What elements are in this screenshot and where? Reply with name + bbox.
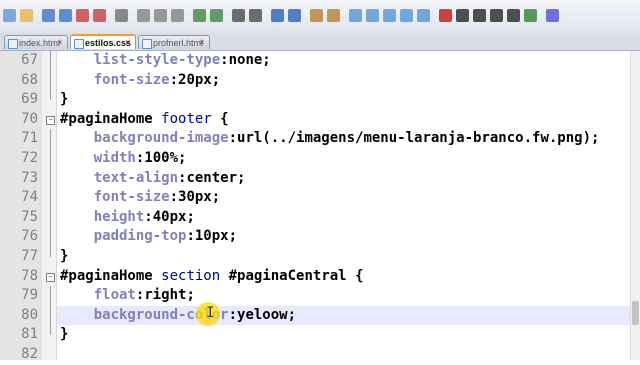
code-line[interactable]: 67 list-style-type:none; [0, 51, 640, 71]
tab-label: profnerl.html [153, 38, 204, 48]
line-number: 80 [21, 306, 38, 323]
line-number: 82 [21, 346, 38, 362]
fold-toggle-icon[interactable]: − [46, 115, 55, 125]
tab-close-icon[interactable]: × [124, 39, 132, 47]
line-number: 68 [21, 71, 38, 88]
code-line[interactable]: 68 font-size:20px; [0, 71, 640, 91]
code-text[interactable]: list-style-type:none; [60, 51, 271, 71]
code-line[interactable]: 69} [0, 90, 640, 110]
open-file-icon[interactable] [20, 9, 33, 22]
code-line[interactable]: 78 #paginaHome section #paginaCentral { [0, 267, 640, 287]
line-number: 81 [21, 326, 38, 343]
code-text[interactable]: } [60, 90, 68, 110]
code-line[interactable]: 73 text-align:center; [0, 169, 640, 189]
tab-index-html[interactable]: index.html × [4, 35, 68, 49]
code-line[interactable]: 79 float:right; [0, 286, 640, 306]
line-number: 67 [21, 52, 38, 68]
toolbar [0, 0, 640, 34]
zoom-in-icon[interactable] [271, 9, 284, 22]
sync-h-icon[interactable] [327, 9, 340, 22]
code-text[interactable]: background-color:yeloow; [60, 306, 296, 326]
sync-v-icon[interactable] [310, 9, 323, 22]
tab-bar: index.html × estilos.css × profnerl.html × [0, 33, 640, 51]
fold-toggle-icon[interactable]: − [46, 272, 55, 282]
find-icon[interactable] [232, 9, 245, 22]
play-macro-icon[interactable] [473, 9, 486, 22]
stop-macro-icon[interactable] [456, 9, 469, 22]
tab-close-icon[interactable]: × [56, 39, 64, 47]
zoom-out-icon[interactable] [288, 9, 301, 22]
code-line[interactable]: 75 height:40px; [0, 208, 640, 228]
code-line[interactable]: 71 background-image:url(../imagens/menu-… [0, 129, 640, 149]
show-all-icon[interactable] [366, 9, 379, 22]
save-macro-icon[interactable] [507, 9, 520, 22]
print-icon[interactable] [115, 9, 128, 22]
fold-guide [50, 129, 51, 257]
close-icon[interactable] [76, 9, 89, 22]
code-text[interactable]: float:right; [60, 286, 195, 306]
code-line[interactable]: 74 font-size:30px; [0, 188, 640, 208]
code-line[interactable]: 72 width:100%; [0, 149, 640, 169]
doc-map-icon[interactable] [400, 9, 413, 22]
line-number: 77 [21, 248, 38, 264]
line-number: 76 [21, 228, 38, 245]
save-icon[interactable] [42, 9, 55, 22]
code-line[interactable]: 82 [0, 345, 640, 365]
word-wrap-icon[interactable] [349, 9, 362, 22]
code-line[interactable]: 76 padding-top:10px; [0, 227, 640, 247]
code-editor[interactable]: 67 list-style-type:none; 68 font-size:20p… [0, 51, 640, 362]
save-all-icon[interactable] [59, 9, 72, 22]
line-number: 75 [21, 208, 38, 225]
run-macro-icon[interactable] [490, 9, 503, 22]
indent-guide-icon[interactable] [383, 9, 396, 22]
tab-estilos-css[interactable]: estilos.css × [70, 34, 136, 49]
line-number: 70 [21, 110, 38, 127]
function-list-icon[interactable] [417, 9, 430, 22]
code-text[interactable]: background-image:url(../imagens/menu-lar… [60, 129, 600, 149]
launch-icon[interactable] [524, 9, 537, 22]
record-macro-icon[interactable] [439, 9, 452, 22]
spell-check-icon[interactable] [546, 9, 559, 22]
line-number: 71 [21, 130, 38, 147]
code-line[interactable]: 80 background-color:yeloow; [21, 305, 631, 326]
tab-close-icon[interactable]: × [198, 39, 206, 47]
file-icon [8, 39, 18, 49]
code-text[interactable]: text-align:center; [60, 169, 246, 189]
code-text[interactable]: padding-top:10px; [60, 227, 237, 247]
code-text[interactable]: } [60, 247, 68, 267]
tab-profnerl-html[interactable]: profnerl.html × [138, 35, 210, 49]
vertical-scrollbar[interactable] [630, 51, 640, 360]
code-text[interactable]: width:100%; [60, 149, 187, 169]
code-line[interactable]: 77} [0, 247, 640, 267]
code-text[interactable]: #paginaHome footer { [60, 110, 229, 130]
line-number: 74 [21, 189, 38, 206]
code-line[interactable]: 81} [0, 325, 640, 345]
code-text[interactable]: #paginaHome section #paginaCentral { [60, 267, 364, 287]
close-all-icon[interactable] [93, 9, 106, 22]
line-number: 73 [21, 169, 38, 186]
paste-icon[interactable] [171, 9, 184, 22]
file-icon [74, 39, 84, 49]
code-text[interactable]: font-size:20px; [60, 71, 220, 91]
redo-icon[interactable] [210, 9, 223, 22]
fold-guide [50, 286, 51, 336]
new-file-icon[interactable] [3, 9, 16, 22]
line-number: 72 [21, 150, 38, 166]
cut-icon[interactable] [137, 9, 150, 22]
line-number: 78 [21, 267, 38, 284]
code-line[interactable]: 70 #paginaHome footer { [0, 110, 640, 130]
scrollbar-thumb[interactable] [632, 301, 639, 325]
code-text[interactable]: } [60, 325, 68, 345]
line-number: 79 [21, 287, 38, 304]
undo-icon[interactable] [193, 9, 206, 22]
code-text[interactable]: height:40px; [60, 208, 195, 228]
code-text[interactable]: font-size:30px; [60, 188, 220, 208]
replace-icon[interactable] [249, 9, 262, 22]
file-icon [142, 39, 152, 49]
tab-label: index.html [19, 38, 61, 48]
fold-guide [50, 51, 51, 101]
text-cursor-icon: I [206, 305, 215, 321]
line-number: 69 [21, 91, 38, 108]
copy-icon[interactable] [154, 9, 167, 22]
